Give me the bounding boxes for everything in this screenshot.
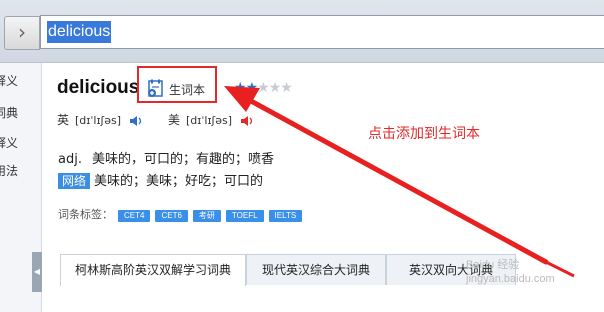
watermark: Baidu 经验 jingyan.baidu.com [466,258,555,286]
watermark-line1: Baidu 经验 [466,259,520,271]
watermark-line2: jingyan.baidu.com [466,273,555,285]
